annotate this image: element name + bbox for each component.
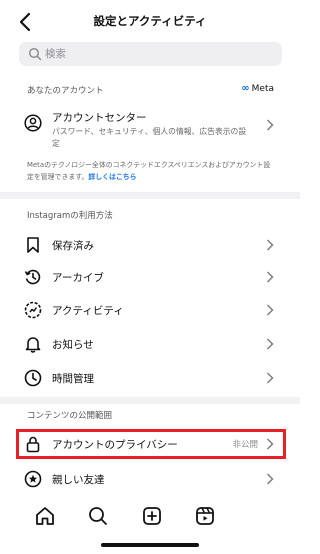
search-icon [28, 47, 42, 61]
settings-item-notifications[interactable]: お知らせ [0, 327, 300, 361]
chevron-right-icon [267, 304, 274, 316]
search-icon[interactable] [87, 505, 109, 527]
create-icon[interactable] [141, 505, 163, 527]
bell-icon [25, 337, 41, 353]
settings-item-label: 親しい友達 [52, 474, 105, 486]
account-center-description: パスワード、セキュリティ、個人の情報、広告表示の設定 [52, 127, 247, 148]
lock-icon [26, 436, 40, 453]
home-indicator [101, 543, 199, 547]
account-center-item[interactable]: アカウントセンター パスワード、セキュリティ、個人の情報、広告表示の設定 [0, 104, 300, 154]
learn-more-link[interactable]: 詳しくはこちら [88, 173, 136, 181]
privacy-status-value: 非公開 [232, 440, 258, 450]
settings-item-activity[interactable]: アクティビティ [0, 293, 300, 327]
settings-item-label: アーカイブ [52, 272, 104, 284]
star-circle-icon [24, 470, 42, 488]
meta-note-text: Metaのテクノロジー全体のコネクテッドエクスペリエンスおよびアカウント設定を管… [27, 161, 271, 181]
account-circle-icon [24, 114, 42, 132]
section-label-instagram-usage: Instagramの利用方法 [27, 211, 113, 221]
settings-item-close-friends[interactable]: 親しい友達 [0, 462, 300, 496]
section-divider [0, 192, 300, 199]
page-title: 設定とアクティビティ [93, 14, 207, 28]
search-input[interactable] [45, 42, 275, 66]
section-divider [0, 397, 300, 404]
clock-icon [24, 369, 42, 387]
chevron-right-icon [267, 239, 274, 251]
chevron-right-icon [267, 271, 274, 283]
settings-item-label: 時間管理 [52, 373, 94, 385]
meta-accounts-note: Metaのテクノロジー全体のコネクテッドエクスペリエンスおよびアカウント設定を管… [27, 159, 277, 183]
settings-item-label: アカウントのプライバシー [52, 439, 178, 451]
chevron-right-icon [267, 372, 274, 384]
settings-item-label: 保存済み [52, 240, 94, 252]
chevron-right-icon [267, 338, 274, 350]
meta-brand-text: Meta [251, 83, 274, 94]
settings-item-account-privacy[interactable]: アカウントのプライバシー 非公開 [0, 427, 300, 461]
chevron-right-icon [267, 473, 274, 485]
settings-item-label: アクティビティ [52, 305, 124, 317]
chevron-right-icon [267, 119, 274, 131]
reels-icon[interactable] [194, 505, 216, 527]
settings-item-saved[interactable]: 保存済み [0, 228, 300, 262]
settings-item-archive[interactable]: アーカイブ [0, 260, 300, 294]
meta-logo: ∞ Meta [241, 83, 274, 94]
bottom-tab-bar [0, 497, 300, 537]
settings-item-time-management[interactable]: 時間管理 [0, 361, 300, 395]
activity-icon [24, 301, 42, 319]
search-bar[interactable] [19, 42, 282, 66]
header: 設定とアクティビティ [0, 0, 300, 40]
section-label-your-account: あなたのアカウント [27, 86, 104, 96]
home-icon[interactable] [34, 505, 56, 527]
chevron-right-icon [267, 438, 274, 450]
bookmark-icon [27, 237, 39, 253]
section-label-content-visibility: コンテンツの公開範囲 [27, 411, 113, 421]
settings-item-label: お知らせ [52, 339, 94, 351]
archive-icon [24, 269, 41, 285]
account-center-title: アカウントセンター [52, 112, 147, 124]
meta-infinity-icon: ∞ [241, 83, 250, 94]
